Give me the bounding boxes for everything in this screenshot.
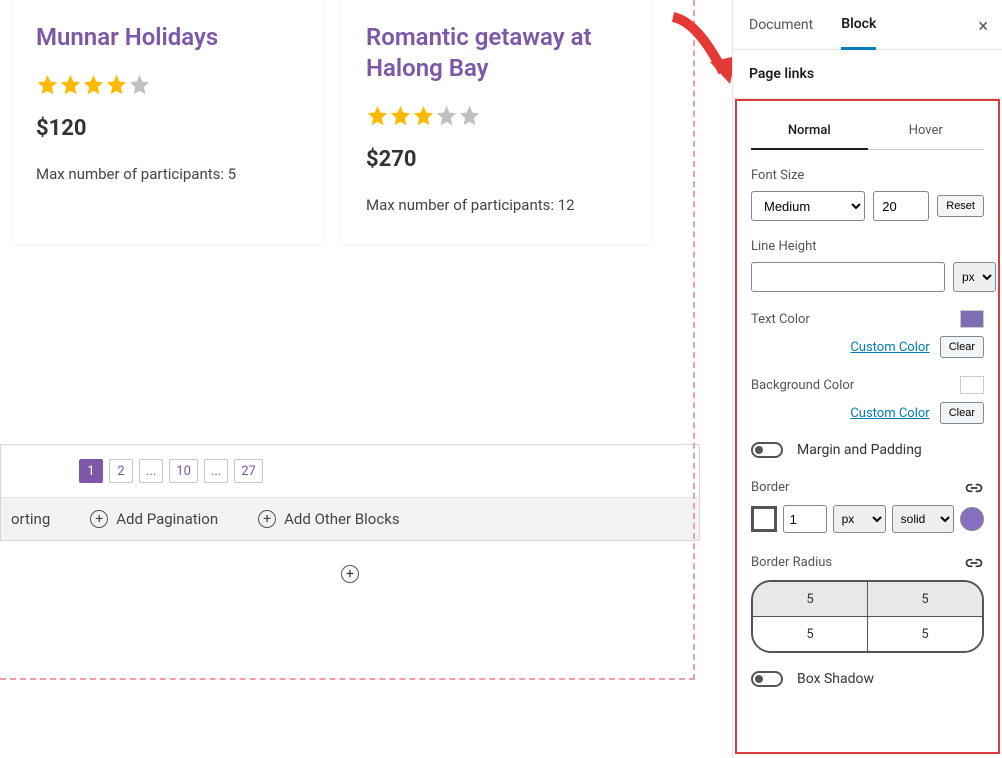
- product-card[interactable]: Munnar Holidays $120 Max number of parti…: [12, 0, 322, 244]
- bg-color-custom-link[interactable]: Custom Color: [850, 406, 929, 421]
- participants-text: Max number of participants: 5: [36, 165, 298, 183]
- bg-color-label: Background Color: [751, 378, 854, 393]
- line-height-label: Line Height: [751, 239, 984, 254]
- line-height-unit-select[interactable]: px: [953, 262, 996, 292]
- border-radius-label: Border Radius: [751, 555, 832, 570]
- radius-bl-input[interactable]: 5: [753, 617, 868, 651]
- text-color-swatch[interactable]: [960, 310, 984, 328]
- page-2[interactable]: 2: [109, 459, 133, 483]
- radius-tl-input[interactable]: 5: [753, 582, 868, 616]
- plus-icon: +: [90, 510, 108, 528]
- page-10[interactable]: 10: [169, 459, 198, 483]
- link-icon[interactable]: [964, 481, 984, 495]
- add-other-blocks-button[interactable]: +Add Other Blocks: [258, 510, 399, 528]
- tab-document[interactable]: Document: [749, 2, 813, 48]
- border-label: Border: [751, 480, 789, 495]
- bg-color-swatch[interactable]: [960, 376, 984, 394]
- close-sidebar-button[interactable]: ×: [978, 16, 988, 37]
- font-size-preset-select[interactable]: Medium: [751, 191, 865, 221]
- text-color-custom-link[interactable]: Custom Color: [850, 340, 929, 355]
- price: $120: [36, 116, 298, 141]
- border-width-input[interactable]: [783, 505, 827, 533]
- participants-text: Max number of participants: 12: [366, 196, 628, 214]
- page-1[interactable]: 1: [79, 459, 103, 483]
- radius-tr-input[interactable]: 5: [868, 582, 982, 616]
- rating-stars: [366, 104, 628, 127]
- product-card[interactable]: Romantic getaway at Halong Bay $270 Max …: [342, 0, 652, 244]
- card-title: Romantic getaway at Halong Bay: [366, 22, 628, 84]
- plus-icon: +: [258, 510, 276, 528]
- card-title: Munnar Holidays: [36, 22, 298, 53]
- line-height-input[interactable]: [751, 262, 945, 292]
- border-color-circle[interactable]: [960, 507, 984, 531]
- link-icon[interactable]: [964, 556, 984, 570]
- font-size-reset-button[interactable]: Reset: [937, 195, 984, 217]
- border-color-swatch[interactable]: [751, 506, 777, 532]
- page-ellipsis[interactable]: ...: [139, 459, 163, 483]
- font-size-input[interactable]: [873, 191, 929, 221]
- tab-block[interactable]: Block: [841, 1, 876, 50]
- text-color-label: Text Color: [751, 312, 810, 327]
- radius-br-input[interactable]: 5: [868, 617, 982, 651]
- bg-color-clear-button[interactable]: Clear: [940, 402, 984, 424]
- box-shadow-label: Box Shadow: [797, 671, 874, 687]
- border-style-select[interactable]: solid: [892, 505, 955, 533]
- margin-padding-toggle[interactable]: [751, 442, 783, 458]
- margin-padding-label: Margin and Padding: [797, 442, 922, 458]
- border-unit-select[interactable]: px: [833, 505, 886, 533]
- add-sorting-button[interactable]: orting: [11, 510, 50, 528]
- add-block-button[interactable]: +: [341, 565, 359, 583]
- price: $270: [366, 147, 628, 172]
- rating-stars: [36, 73, 298, 96]
- border-radius-grid: 5 5 5 5: [751, 580, 984, 653]
- pagination: 1 2 ... 10 ... 27: [1, 445, 699, 498]
- font-size-label: Font Size: [751, 168, 984, 183]
- add-pagination-button[interactable]: +Add Pagination: [90, 510, 218, 528]
- panel-title: Page links: [749, 66, 986, 82]
- text-color-clear-button[interactable]: Clear: [940, 336, 984, 358]
- state-tab-normal[interactable]: Normal: [751, 113, 868, 150]
- state-tab-hover[interactable]: Hover: [868, 113, 985, 149]
- box-shadow-toggle[interactable]: [751, 671, 783, 687]
- page-ellipsis[interactable]: ...: [204, 459, 228, 483]
- page-27[interactable]: 27: [234, 459, 263, 483]
